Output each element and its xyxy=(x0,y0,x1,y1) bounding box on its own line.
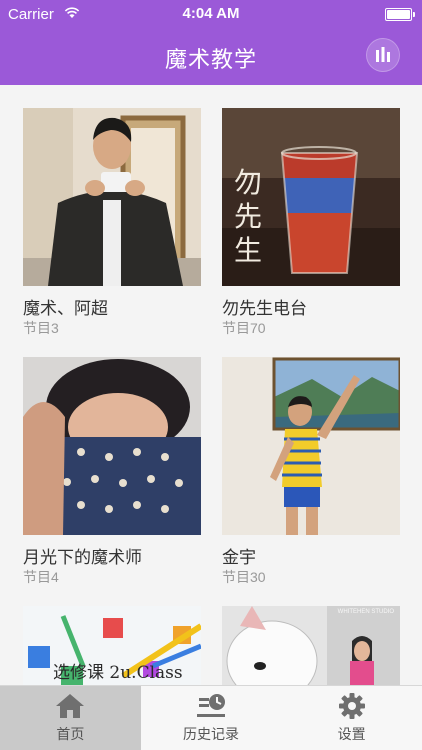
tab-label: 历史记录 xyxy=(183,726,239,742)
program-card[interactable]: 月光下的魔术师 节目4 xyxy=(23,357,201,585)
page-title: 魔术教学 xyxy=(164,47,257,72)
cover-text: WHITEHEN STUDIO xyxy=(337,609,394,615)
program-count: 节目30 xyxy=(222,569,266,585)
program-card[interactable]: 勿先生 勿先生电台 节目70 xyxy=(222,108,400,336)
program-name: 勿先生电台 xyxy=(222,299,307,318)
cover-text: 勿先生 xyxy=(234,166,263,267)
history-icon xyxy=(197,694,225,717)
program-count: 节目70 xyxy=(222,320,266,336)
program-cover-image xyxy=(23,357,201,535)
program-name: 金宇 xyxy=(222,548,256,567)
program-name: 魔术、阿超 xyxy=(23,299,108,318)
program-cover-image: WHITEHEN STUDIO xyxy=(222,606,400,685)
program-cover-image xyxy=(222,357,400,535)
program-card[interactable]: 金宇 节目30 xyxy=(222,357,400,585)
nav-header: Carrier 4:04 AM 魔术教学 xyxy=(0,0,422,85)
cover-text: 选修课 2u.Class xyxy=(53,663,183,683)
program-count: 节目3 xyxy=(23,320,59,336)
tab-bar: 首页 历史记录 设置 xyxy=(0,685,422,750)
tab-home[interactable]: 首页 xyxy=(0,686,141,750)
bar-chart-icon xyxy=(376,47,390,62)
program-cover-image: 选修课 2u.Class xyxy=(23,606,201,685)
stats-button[interactable] xyxy=(366,38,400,72)
gear-icon xyxy=(338,693,365,719)
tab-settings[interactable]: 设置 xyxy=(281,686,422,750)
program-name: 月光下的魔术师 xyxy=(23,548,142,567)
tab-label: 设置 xyxy=(337,726,366,742)
battery-icon xyxy=(385,8,415,21)
tab-label: 首页 xyxy=(56,726,85,742)
clock: 4:04 AM xyxy=(182,5,240,22)
program-card[interactable]: WHITEHEN STUDIO xyxy=(222,606,400,685)
home-icon xyxy=(56,694,85,718)
program-cover-image: 勿先生 xyxy=(222,108,400,286)
program-card[interactable]: 选修课 2u.Class xyxy=(23,606,201,685)
program-cover-image xyxy=(23,108,201,286)
status-bar: Carrier 4:04 AM xyxy=(0,0,422,28)
program-grid: 魔术、阿超 节目3 勿先生 勿先生电台 节目70 月光下的魔术师 节目4 金宇 … xyxy=(0,85,422,685)
program-count: 节目4 xyxy=(23,569,59,585)
tab-history[interactable]: 历史记录 xyxy=(141,686,282,750)
program-card[interactable]: 魔术、阿超 节目3 xyxy=(23,108,201,336)
